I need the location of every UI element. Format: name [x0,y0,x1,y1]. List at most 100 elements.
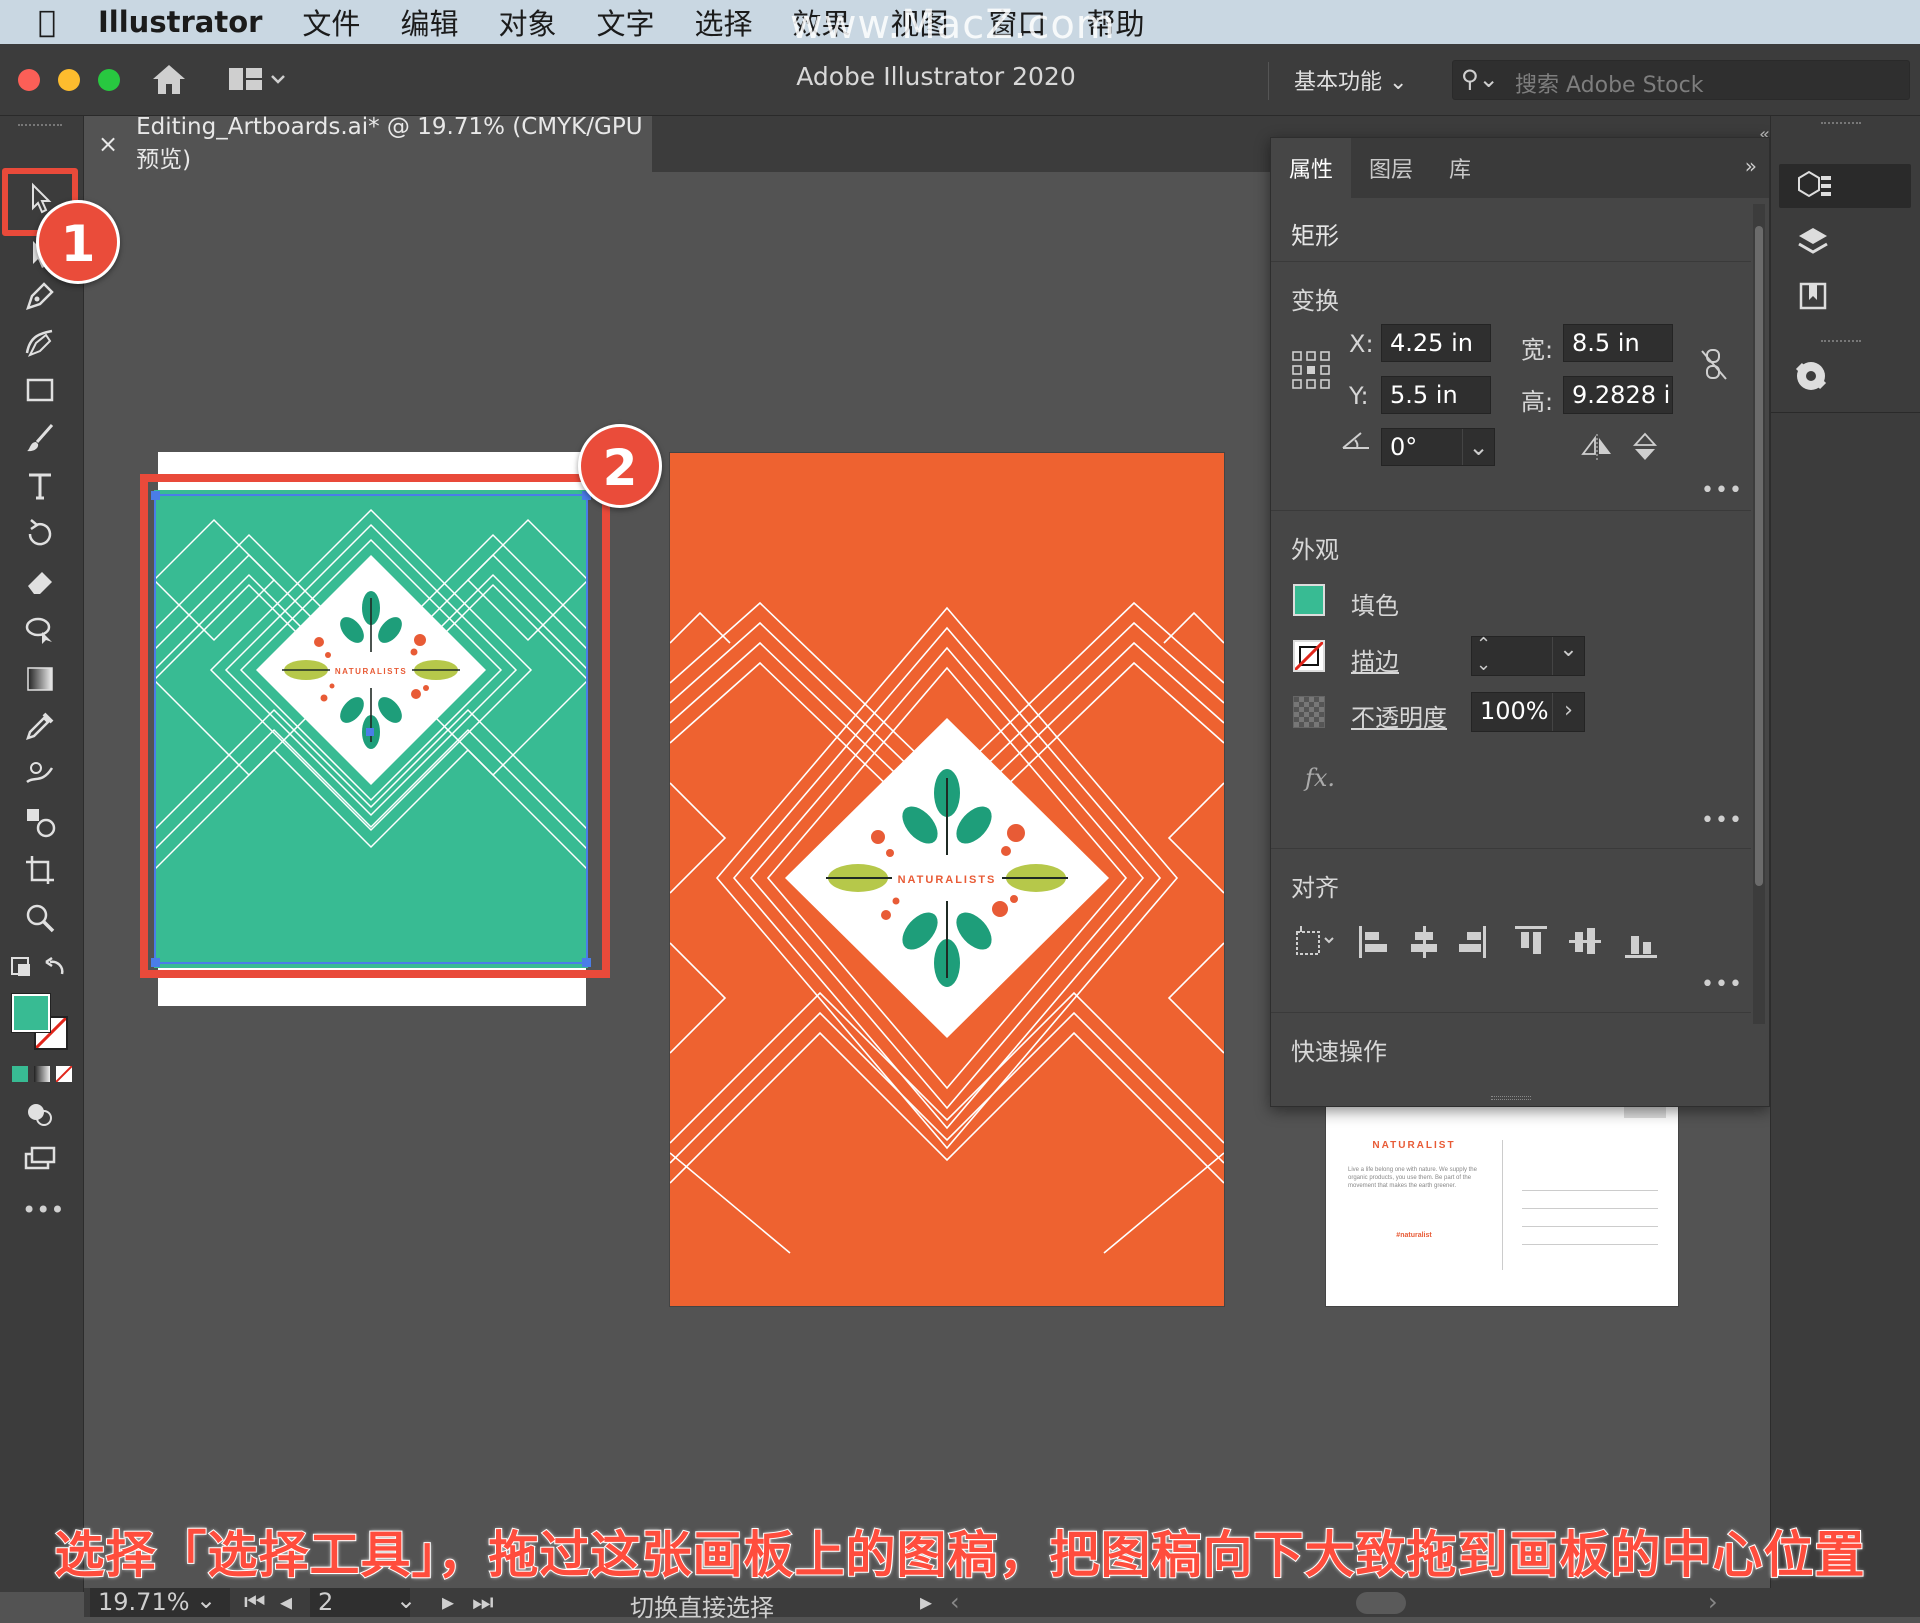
stroke-label[interactable]: 描边 [1351,642,1399,677]
menu-file[interactable]: 文件 [302,1,360,43]
chevron-down-icon[interactable]: ⌄ [1552,637,1584,675]
status-menu-icon[interactable]: ▸ [920,1588,932,1616]
highlight-box-2 [140,474,610,978]
zoom-tool-icon[interactable] [18,898,62,938]
fill-swatch[interactable] [12,994,50,1032]
blend-tool-icon[interactable] [18,754,62,794]
paintbrush-tool-icon[interactable] [18,418,62,458]
layers-icon[interactable] [1795,224,1835,260]
menu-object[interactable]: 对象 [498,1,556,43]
y-field[interactable]: 5.5 in [1381,376,1491,414]
next-artboard-icon[interactable]: ▸ [442,1588,454,1616]
width-label: 宽: [1521,336,1554,364]
shape-builder-tool-icon[interactable] [18,610,62,650]
chevron-right-icon[interactable]: › [1552,693,1584,731]
postcard-title: NATURALIST [1372,1140,1456,1151]
artboard-number: 2 [318,1588,334,1616]
zoom-dropdown-icon[interactable]: ⌄ [196,1586,216,1614]
last-artboard-icon[interactable]: ⏭ [472,1588,494,1616]
stock-search-field[interactable]: ⚲⌄ 搜索 Adobe Stock [1452,60,1910,100]
menu-app-name[interactable]: Illustrator [98,5,262,39]
tools-panel: ••• [0,116,84,1592]
orange-brand-text: NATURALISTS [898,874,997,886]
x-label: X: [1349,330,1374,358]
stepper-icon[interactable]: ⌃ ⌄ [1476,635,1491,675]
reference-point-icon[interactable] [1291,350,1331,392]
close-tab-icon[interactable]: × [98,130,118,158]
transform-section-title: 变换 [1291,287,1339,315]
height-field[interactable]: 9.2828 in [1563,376,1673,414]
zoom-value: 19.71% [98,1588,190,1616]
constrain-proportions-icon[interactable] [1699,348,1729,382]
align-more-icon[interactable]: ••• [1701,972,1743,997]
menu-select[interactable]: 选择 [694,1,752,43]
transform-more-icon[interactable]: ••• [1701,478,1743,503]
opacity-icon [1293,696,1325,728]
title-bar: Adobe Illustrator 2020 基本功能 ⌄ ⚲⌄ 搜索 Adob… [0,44,1920,116]
align-buttons[interactable] [1295,922,1755,962]
rotate-tool-icon[interactable] [18,514,62,554]
fill-color-swatch[interactable] [1293,584,1325,616]
first-artboard-icon[interactable]: ⏮ [244,1588,266,1616]
curvature-tool-icon[interactable] [18,323,62,363]
artboard-3-postcard[interactable]: NATURALIST Live a life belong one with n… [1326,1090,1678,1306]
fill-stroke-swatches[interactable] [12,994,70,1052]
search-icon: ⚲⌄ [1461,65,1499,93]
draw-mode-icon[interactable] [18,1094,62,1134]
rectangle-tool-icon[interactable] [18,370,62,410]
apple-icon[interactable]:  [38,5,56,40]
height-label: 高: [1521,388,1554,416]
eyedropper-tool-icon[interactable] [18,706,62,746]
panel-resize-grip[interactable] [1491,1096,1531,1100]
postcard-body: Live a life belong one with nature. We s… [1348,1167,1477,1189]
edit-toolbar-icon[interactable]: ••• [22,1196,64,1224]
artboard-dropdown-icon[interactable]: ⌄ [396,1586,416,1614]
width-field[interactable]: 8.5 in [1563,324,1673,362]
libraries-icon[interactable] [1795,278,1835,314]
stroke-color-swatch[interactable] [1293,640,1325,672]
artboard-2[interactable]: NATURALISTS [670,453,1224,1306]
workspace-label: 基本功能 [1294,70,1383,95]
stroke-weight-field[interactable]: ⌃ ⌄ ⌄ [1471,635,1585,676]
scroll-left-icon[interactable]: ‹ [950,1588,960,1616]
angle-field[interactable]: 0° ⌄ [1381,428,1495,466]
angle-value: 0° [1390,433,1418,461]
swap-fill-stroke-icon[interactable] [8,948,72,988]
panel-collapse-icon[interactable]: » [1745,154,1757,178]
opacity-label[interactable]: 不透明度 [1351,698,1447,733]
horizontal-scroll-thumb[interactable] [1356,1592,1406,1614]
gradient-tool-icon[interactable] [18,658,62,698]
document-tab[interactable]: × Editing_Artboards.ai* @ 19.71% (CMYK/G… [84,114,652,173]
menu-type[interactable]: 文字 [596,1,654,43]
flip-horizontal-icon[interactable] [1581,434,1613,460]
eraser-tool-icon[interactable] [18,562,62,602]
appearance-more-icon[interactable]: ••• [1701,808,1743,833]
panel-tabs: 属性 图层 库 » [1271,138,1769,198]
tab-libraries[interactable]: 库 [1431,138,1489,198]
previous-artboard-icon[interactable]: ◂ [280,1588,292,1616]
opacity-field[interactable]: 100% › [1471,692,1585,732]
fill-label[interactable]: 填色 [1351,586,1399,621]
artboard-tool-icon[interactable] [18,850,62,890]
pen-tool-icon[interactable] [18,276,62,316]
watermark: www.MacZ.com [790,2,1116,48]
angle-icon [1342,432,1369,449]
screen-mode-icon[interactable] [18,1138,62,1178]
menu-edit[interactable]: 编辑 [400,1,458,43]
recolor-icon[interactable] [1791,356,1835,396]
x-field[interactable]: 4.25 in [1381,324,1491,362]
tab-properties[interactable]: 属性 [1271,138,1352,198]
flip-vertical-icon[interactable] [1631,432,1659,462]
type-tool-icon[interactable] [18,466,62,506]
artboard-number-field[interactable]: 2 [310,1588,410,1617]
chevron-down-icon[interactable]: ⌄ [1462,429,1494,465]
workspace-switcher[interactable]: 基本功能 ⌄ [1294,64,1407,96]
tab-layers[interactable]: 图层 [1351,138,1431,198]
panel-scrollbar[interactable] [1753,204,1765,1024]
symbol-sprayer-tool-icon[interactable] [18,802,62,842]
document-tab-label: Editing_Artboards.ai* @ 19.71% (CMYK/GPU… [136,114,643,173]
fx-icon[interactable]: fx. [1305,764,1335,792]
properties-icon [1798,170,1831,198]
scroll-right-icon[interactable]: › [1708,1588,1718,1616]
color-mode-buttons[interactable] [12,1065,73,1084]
